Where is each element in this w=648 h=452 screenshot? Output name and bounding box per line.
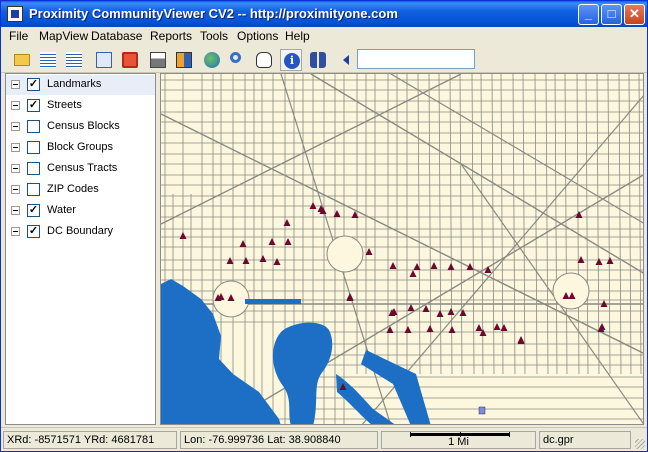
layer-label: Landmarks: [47, 78, 102, 90]
projected-coords: XRd: -8571571 YRd: 4681781: [3, 431, 177, 449]
report-icon[interactable]: [173, 49, 195, 71]
window-title: Proximity CommunityViewer CV2 -- http://…: [29, 6, 398, 21]
menu-options[interactable]: Options: [237, 29, 278, 43]
geo-coords: Lon: -76.999736 Lat: 38.908840: [180, 431, 378, 449]
maximize-button[interactable]: □: [601, 4, 622, 25]
layer-label: Streets: [47, 99, 82, 111]
layer-label: Block Groups: [47, 141, 114, 153]
info-icon[interactable]: i: [280, 49, 302, 71]
collapse-icon[interactable]: [11, 206, 20, 215]
scale-label: 1 Mi: [448, 436, 469, 448]
layer-item[interactable]: ✓ Landmarks: [6, 75, 155, 95]
traffic-circle: [326, 235, 364, 273]
map-view[interactable]: [160, 73, 644, 425]
water-feature: [478, 406, 486, 415]
scale-bar: 1 Mi: [381, 431, 536, 449]
lat-value: 38.908840: [288, 434, 341, 446]
layer-item[interactable]: Census Tracts: [6, 159, 155, 179]
collapse-icon[interactable]: [11, 227, 20, 236]
resize-grip[interactable]: [635, 439, 645, 449]
minimize-button[interactable]: _: [578, 4, 599, 25]
app-window: Proximity CommunityViewer CV2 -- http://…: [0, 0, 648, 452]
layer-item[interactable]: ✓ Water: [6, 201, 155, 221]
traffic-circle: [552, 272, 590, 310]
layer-panel: ✓ Landmarks ✓ Streets Census Blocks Block Gro…: [5, 73, 156, 425]
globe-icon[interactable]: [201, 49, 223, 71]
app-icon: [7, 6, 23, 22]
map-canvas[interactable]: [161, 74, 644, 425]
layer-label: ZIP Codes: [47, 183, 99, 195]
menu-file[interactable]: File: [9, 29, 28, 43]
xrd-label: XRd:: [7, 434, 32, 446]
xrd-value: -8571571: [34, 434, 82, 446]
collapse-icon[interactable]: [11, 122, 20, 131]
open-folder-icon[interactable]: [11, 49, 33, 71]
collapse-icon[interactable]: [11, 80, 20, 89]
layer-item[interactable]: ✓ Streets: [6, 96, 155, 116]
lon-label: Lon:: [184, 434, 206, 446]
layer-checkbox[interactable]: [27, 141, 40, 154]
record-icon[interactable]: [119, 49, 141, 71]
collapse-icon[interactable]: [11, 143, 20, 152]
lon-value: -76.999736: [208, 434, 265, 446]
title-bar[interactable]: Proximity CommunityViewer CV2 -- http://…: [1, 1, 647, 27]
collapse-icon[interactable]: [11, 185, 20, 194]
layer-checkbox[interactable]: ✓: [27, 99, 40, 112]
layer-checkbox[interactable]: ✓: [27, 78, 40, 91]
layer-item[interactable]: Block Groups: [6, 138, 155, 158]
layer-checkbox[interactable]: ✓: [27, 204, 40, 217]
layer-label: Census Blocks: [47, 120, 120, 132]
layer-checkbox[interactable]: [27, 183, 40, 196]
project-file: dc.gpr: [539, 431, 631, 449]
menu-bar: File MapView Database Reports Tools Opti…: [1, 27, 647, 46]
yrd-label: YRd:: [83, 434, 109, 446]
menu-reports[interactable]: Reports: [150, 29, 192, 43]
menu-help[interactable]: Help: [285, 29, 310, 43]
menu-tools[interactable]: Tools: [200, 29, 228, 43]
pan-hand-icon[interactable]: [253, 49, 275, 71]
search-input[interactable]: [357, 49, 475, 69]
layer-label: DC Boundary: [47, 225, 114, 237]
layer-checkbox[interactable]: ✓: [27, 225, 40, 238]
layer-item[interactable]: ✓ DC Boundary: [6, 222, 155, 242]
add-layer-icon[interactable]: [37, 49, 59, 71]
menu-mapview[interactable]: MapView: [39, 29, 88, 43]
layer-label: Census Tracts: [47, 162, 118, 174]
lat-label: Lat:: [267, 434, 286, 446]
back-arrow-icon[interactable]: [335, 49, 357, 71]
menu-database[interactable]: Database: [91, 29, 142, 43]
collapse-icon[interactable]: [11, 164, 20, 173]
yrd-value: 4681781: [111, 434, 155, 446]
close-button[interactable]: ✕: [624, 4, 645, 25]
edit-icon[interactable]: [93, 49, 115, 71]
print-icon[interactable]: [147, 49, 169, 71]
layer-checkbox[interactable]: [27, 162, 40, 175]
layer-item[interactable]: Census Blocks: [6, 117, 155, 137]
zoom-icon[interactable]: [227, 49, 249, 71]
status-bar: XRd: -8571571 YRd: 4681781 Lon: -76.9997…: [1, 427, 647, 451]
toolbar: i: [1, 46, 647, 73]
find-icon[interactable]: [307, 49, 329, 71]
reflecting-pool: [245, 299, 301, 304]
collapse-icon[interactable]: [11, 101, 20, 110]
remove-layer-icon[interactable]: [63, 49, 85, 71]
layer-item[interactable]: ZIP Codes: [6, 180, 155, 200]
layer-label: Water: [47, 204, 76, 216]
layer-checkbox[interactable]: [27, 120, 40, 133]
